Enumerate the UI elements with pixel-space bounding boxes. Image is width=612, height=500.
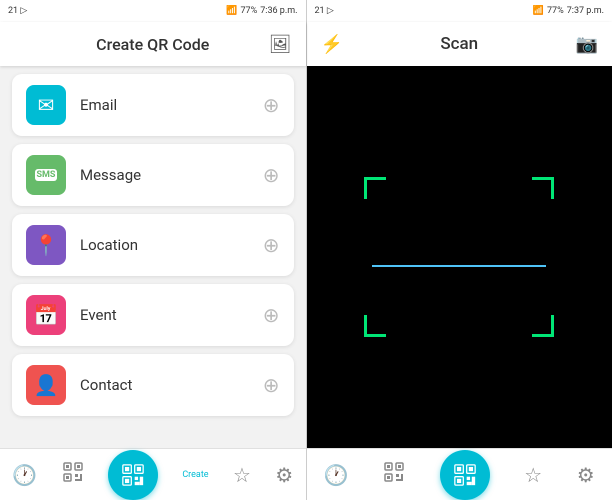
- wifi-icon: 📶: [226, 6, 237, 16]
- qrlist-icon-left: [62, 461, 84, 488]
- status-left-icons: 📶 77% 7:36 p.m.: [226, 6, 297, 16]
- bottom-nav-right: 🕐: [307, 448, 612, 500]
- nav-favorites-right[interactable]: ☆: [524, 463, 542, 487]
- camera-switch-icon[interactable]: 📷: [576, 34, 598, 55]
- event-label: Event: [80, 306, 263, 324]
- corner-tl: [364, 177, 386, 199]
- header-left: Create QR Code 🖼: [0, 22, 306, 66]
- battery-text: 77%: [241, 6, 258, 16]
- status-left-signal: 21 ▷: [8, 6, 27, 16]
- history-icon-right: 🕐: [324, 463, 349, 487]
- contact-label: Contact: [80, 376, 263, 394]
- left-panel: 21 ▷ 📶 77% 7:36 p.m. Create QR Code 🖼 ✉ …: [0, 0, 306, 500]
- add-email-icon[interactable]: ⊕: [263, 93, 280, 117]
- wifi-icon-right: 📶: [533, 6, 544, 16]
- add-message-icon[interactable]: ⊕: [263, 163, 280, 187]
- bottom-nav-left: 🕐: [0, 448, 306, 500]
- add-location-icon[interactable]: ⊕: [263, 233, 280, 257]
- favorites-icon-right: ☆: [524, 463, 542, 487]
- contact-icon: 👤: [26, 365, 66, 405]
- nav-qrlist-right[interactable]: [383, 461, 405, 488]
- header-right: ⚡ Scan 📷: [307, 22, 612, 66]
- nav-settings-right[interactable]: ⚙: [577, 463, 595, 487]
- scan-qr-button[interactable]: [440, 450, 490, 500]
- settings-icon-left: ⚙: [275, 463, 293, 487]
- menu-item-location[interactable]: 📍 Location ⊕: [12, 214, 294, 276]
- corner-br: [532, 315, 554, 337]
- time-right: 7:37 p.m.: [567, 6, 604, 16]
- status-right-icons: 📶 77% 7:37 p.m.: [533, 6, 604, 16]
- sms-icon: SMS: [26, 155, 66, 195]
- status-right-signal: 21 ▷: [315, 6, 334, 16]
- status-bar-right: 21 ▷ 📶 77% 7:37 p.m.: [307, 0, 612, 22]
- right-panel: 21 ▷ 📶 77% 7:37 p.m. ⚡ Scan 📷 🕐: [307, 0, 612, 500]
- nav-settings-left[interactable]: ⚙: [275, 463, 293, 487]
- nav-history-right[interactable]: 🕐: [324, 463, 349, 487]
- location-icon: 📍: [26, 225, 66, 265]
- nav-favorites-left[interactable]: ☆: [233, 463, 251, 487]
- create-qr-button[interactable]: [108, 450, 158, 500]
- nav-create-label-left: Create: [182, 469, 208, 480]
- location-label: Location: [80, 236, 263, 254]
- page-title-left: Create QR Code: [96, 35, 209, 54]
- message-label: Message: [80, 166, 263, 184]
- nav-history-left[interactable]: 🕐: [12, 463, 37, 487]
- scanner-area: [307, 66, 612, 448]
- event-icon: 📅: [26, 295, 66, 335]
- gallery-icon[interactable]: 🖼: [269, 34, 292, 55]
- qrlist-icon-right: [383, 461, 405, 488]
- favorites-icon-left: ☆: [233, 463, 251, 487]
- time-left: 7:36 p.m.: [260, 6, 297, 16]
- scan-frame: [364, 177, 554, 337]
- status-bar-left: 21 ▷ 📶 77% 7:36 p.m.: [0, 0, 306, 22]
- menu-item-message[interactable]: SMS Message ⊕: [12, 144, 294, 206]
- corner-tr: [532, 177, 554, 199]
- page-title-right: Scan: [440, 34, 478, 54]
- battery-text-right: 77%: [547, 6, 564, 16]
- menu-item-contact[interactable]: 👤 Contact ⊕: [12, 354, 294, 416]
- settings-icon-right: ⚙: [577, 463, 595, 487]
- history-icon-left: 🕐: [12, 463, 37, 487]
- menu-list: ✉ Email ⊕ SMS Message ⊕ 📍 Location ⊕ 📅 E…: [0, 66, 306, 448]
- flash-icon[interactable]: ⚡: [321, 34, 343, 55]
- menu-item-email[interactable]: ✉ Email ⊕: [12, 74, 294, 136]
- create-label: Create: [182, 470, 208, 480]
- add-contact-icon[interactable]: ⊕: [263, 373, 280, 397]
- scan-line: [372, 265, 546, 267]
- email-label: Email: [80, 96, 263, 114]
- nav-qrlist-left[interactable]: [62, 461, 84, 488]
- add-event-icon[interactable]: ⊕: [263, 303, 280, 327]
- corner-bl: [364, 315, 386, 337]
- email-icon: ✉: [26, 85, 66, 125]
- menu-item-event[interactable]: 📅 Event ⊕: [12, 284, 294, 346]
